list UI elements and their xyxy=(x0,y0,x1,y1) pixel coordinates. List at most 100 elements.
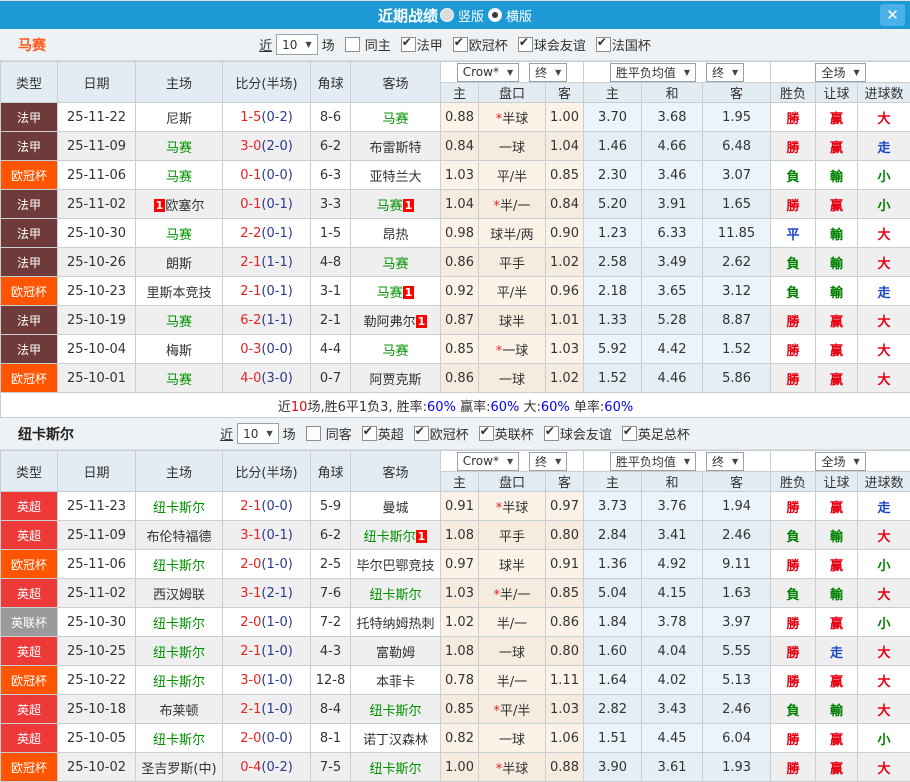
corner-count: 8-1 xyxy=(311,724,351,753)
avg-draw: 3.68 xyxy=(642,103,703,132)
checkbox-ligue1[interactable] xyxy=(401,37,416,52)
marseille-match-row: 法甲25-10-19马赛6-2(1-1)2-1勒阿弗尔10.87球半1.011.… xyxy=(1,306,910,335)
scope-select[interactable]: 全场▼ xyxy=(815,63,865,82)
corner-count: 4-4 xyxy=(311,335,351,364)
home-team: 西汉姆联 xyxy=(136,579,223,608)
result-goals: 大 xyxy=(858,219,910,248)
same-away-label: 同客 xyxy=(326,428,352,443)
odds-final-select[interactable]: 终▼ xyxy=(529,63,567,82)
result-winloss: 勝 xyxy=(771,132,816,161)
odds-final-select-2[interactable]: 终▼ xyxy=(529,452,567,471)
match-date: 25-11-02 xyxy=(58,190,136,219)
col-header-score: 比分(半场) xyxy=(223,62,311,103)
home-team: 马赛 xyxy=(136,364,223,393)
avg-final-select[interactable]: 终▼ xyxy=(706,63,744,82)
match-score: 2-1(1-1) xyxy=(223,248,311,277)
avg-draw: 4.46 xyxy=(642,364,703,393)
radio-horizontal-layout[interactable] xyxy=(488,8,502,22)
checkbox-ucl-m[interactable] xyxy=(453,37,468,52)
col-header-winloss: 胜负 xyxy=(771,472,816,492)
col-header-date: 日期 xyxy=(58,451,136,492)
checkbox-efl-cup[interactable] xyxy=(479,426,494,441)
checkbox-epl[interactable] xyxy=(362,426,377,441)
newcastle-match-row: 英超25-11-09布伦特福德3-1(0-1)6-2纽卡斯尔11.08平手0.8… xyxy=(1,521,910,550)
result-winloss: 負 xyxy=(771,579,816,608)
avg-away: 2.46 xyxy=(703,521,771,550)
avg-home: 1.60 xyxy=(584,637,642,666)
match-date: 25-10-26 xyxy=(58,248,136,277)
avg-odds-select-2[interactable]: 胜平负均值▼ xyxy=(610,452,696,471)
match-count-select[interactable]: 10▼ xyxy=(276,34,317,55)
col-header-goalcount: 进球数 xyxy=(858,83,910,103)
avg-draw: 3.61 xyxy=(642,753,703,782)
avg-away: 2.46 xyxy=(703,695,771,724)
match-score: 2-0(0-0) xyxy=(223,724,311,753)
result-goals: 大 xyxy=(858,335,910,364)
corner-count: 6-3 xyxy=(311,161,351,190)
radio-vertical-layout[interactable] xyxy=(440,8,454,22)
result-goals: 小 xyxy=(858,724,910,753)
col-header-date: 日期 xyxy=(58,62,136,103)
col-header-avg-home: 主 xyxy=(584,83,642,103)
avg-odds-select[interactable]: 胜平负均值▼ xyxy=(610,63,696,82)
result-handicap: 輸 xyxy=(816,521,858,550)
result-winloss: 勝 xyxy=(771,306,816,335)
avg-draw: 3.43 xyxy=(642,695,703,724)
match-count-select-2[interactable]: 10▼ xyxy=(237,423,278,444)
checkbox-friendly-n[interactable] xyxy=(544,426,559,441)
recent-link-2[interactable]: 近 xyxy=(220,424,233,443)
odds-away: 0.97 xyxy=(546,492,584,521)
red-card-badge: 1 xyxy=(403,199,415,212)
result-goals: 大 xyxy=(858,695,910,724)
avg-away: 3.07 xyxy=(703,161,771,190)
home-team: 朗斯 xyxy=(136,248,223,277)
result-goals: 大 xyxy=(858,637,910,666)
col-header-score: 比分(半场) xyxy=(223,451,311,492)
handicap-line: *一球 xyxy=(479,335,546,364)
handicap-line: 平手 xyxy=(479,248,546,277)
handicap-line: *半/一 xyxy=(479,190,546,219)
avg-draw: 3.78 xyxy=(642,608,703,637)
result-winloss: 勝 xyxy=(771,335,816,364)
checkbox-friendly-m[interactable] xyxy=(518,37,533,52)
result-handicap: 赢 xyxy=(816,190,858,219)
odds-away: 0.96 xyxy=(546,277,584,306)
result-goals: 小 xyxy=(858,190,910,219)
odds-source-select-2[interactable]: Crow*▼ xyxy=(457,452,519,471)
handicap-line: 半/一 xyxy=(479,608,546,637)
avg-home: 5.04 xyxy=(584,579,642,608)
odds-source-select[interactable]: Crow*▼ xyxy=(457,63,519,82)
away-team: 马赛 xyxy=(351,335,441,364)
checkbox-ucl-n[interactable] xyxy=(414,426,429,441)
checkbox-coupe-de-france[interactable] xyxy=(596,37,611,52)
odds-home: 0.84 xyxy=(441,132,479,161)
odds-away: 1.04 xyxy=(546,132,584,161)
league-badge-cell: 法甲 xyxy=(1,306,58,335)
close-icon[interactable]: ✕ xyxy=(880,4,905,26)
checkbox-same-home[interactable] xyxy=(345,37,360,52)
odds-away: 1.06 xyxy=(546,724,584,753)
recent-link[interactable]: 近 xyxy=(259,35,272,54)
checkbox-fa-cup[interactable] xyxy=(622,426,637,441)
col-header-winloss: 胜负 xyxy=(771,83,816,103)
col-header-away: 客场 xyxy=(351,451,441,492)
home-team: 纽卡斯尔 xyxy=(136,608,223,637)
match-date: 25-10-02 xyxy=(58,753,136,782)
result-winloss: 負 xyxy=(771,277,816,306)
newcastle-match-row: 英超25-11-23纽卡斯尔2-1(0-0)5-9曼城0.91*半球0.973.… xyxy=(1,492,910,521)
checkbox-same-away[interactable] xyxy=(306,426,321,441)
result-handicap: 赢 xyxy=(816,608,858,637)
match-date: 25-11-23 xyxy=(58,492,136,521)
avg-final-select-2[interactable]: 终▼ xyxy=(706,452,744,471)
result-goals: 走 xyxy=(858,277,910,306)
result-winloss: 負 xyxy=(771,161,816,190)
league-badge-cell: 法甲 xyxy=(1,248,58,277)
scope-select-2[interactable]: 全场▼ xyxy=(815,452,865,471)
result-goals: 小 xyxy=(858,161,910,190)
league-badge-cell: 法甲 xyxy=(1,103,58,132)
result-handicap: 走 xyxy=(816,637,858,666)
avg-away: 11.85 xyxy=(703,219,771,248)
result-goals: 大 xyxy=(858,579,910,608)
col-header-home: 主场 xyxy=(136,62,223,103)
dialog-title: 近期战绩 xyxy=(378,5,438,26)
